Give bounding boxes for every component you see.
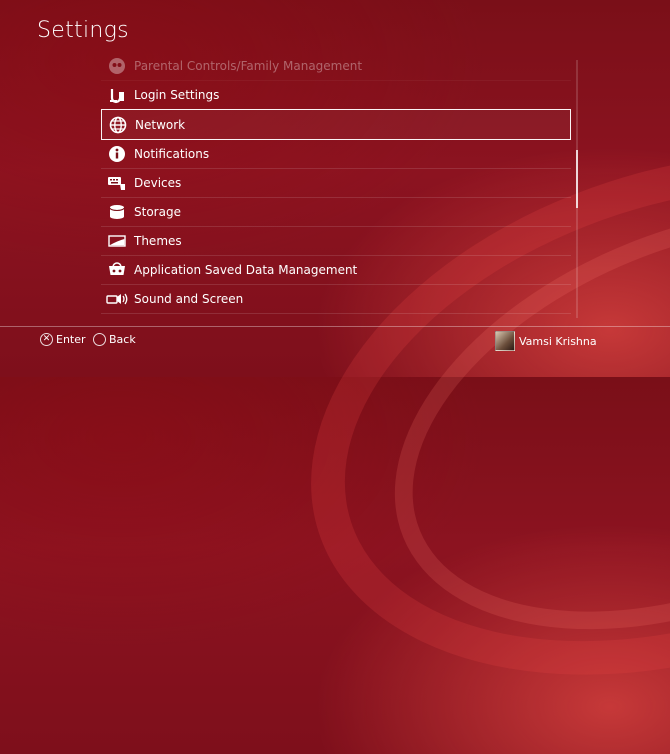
circle-button-icon (93, 333, 106, 346)
menu-item-themes[interactable]: Themes (101, 227, 571, 256)
storage-icon (106, 201, 128, 223)
menu-item-label: Parental Controls/Family Management (134, 59, 363, 73)
saved-data-icon (106, 259, 128, 281)
menu-item-notifications[interactable]: Notifications (101, 140, 571, 169)
family-icon (106, 55, 128, 77)
menu-item-parental-controls[interactable]: Parental Controls/Family Management (101, 52, 571, 81)
sound-screen-icon (106, 288, 128, 310)
cross-button-icon: ✕ (40, 333, 53, 346)
info-icon (106, 143, 128, 165)
menu-item-label: Storage (134, 205, 181, 219)
themes-icon (106, 230, 128, 252)
menu-item-saved-data[interactable]: Application Saved Data Management (101, 256, 571, 285)
menu-item-label: Application Saved Data Management (134, 263, 358, 277)
user-name: Vamsi Krishna (519, 334, 597, 348)
avatar (495, 331, 515, 351)
menu-item-sound-screen[interactable]: Sound and Screen (101, 285, 571, 314)
menu-item-label: Themes (134, 234, 182, 248)
back-label: Back (109, 333, 136, 346)
menu-item-label: Devices (134, 176, 182, 190)
menu-item-login-settings[interactable]: Login Settings (101, 81, 571, 110)
menu-item-label: Sound and Screen (134, 292, 244, 306)
menu-item-label: Notifications (134, 147, 210, 161)
menu-item-network[interactable]: Network (101, 109, 571, 140)
globe-icon (107, 114, 129, 136)
enter-hint[interactable]: ✕ Enter (40, 333, 86, 346)
login-icon (106, 84, 128, 106)
menu-item-storage[interactable]: Storage (101, 198, 571, 227)
menu-item-devices[interactable]: Devices (101, 169, 571, 198)
keyboard-icon (106, 172, 128, 194)
scrollbar[interactable] (576, 60, 578, 318)
back-hint[interactable]: Back (93, 333, 136, 346)
menu-item-label: Login Settings (134, 88, 220, 102)
user-profile[interactable]: Vamsi Krishna (495, 331, 597, 351)
settings-menu: Parental Controls/Family Management Logi… (101, 52, 571, 320)
scrollbar-thumb[interactable] (576, 150, 578, 208)
footer-divider (0, 326, 670, 327)
enter-label: Enter (56, 333, 86, 346)
menu-item-label: Network (135, 117, 186, 132)
page-title: Settings (37, 18, 129, 43)
